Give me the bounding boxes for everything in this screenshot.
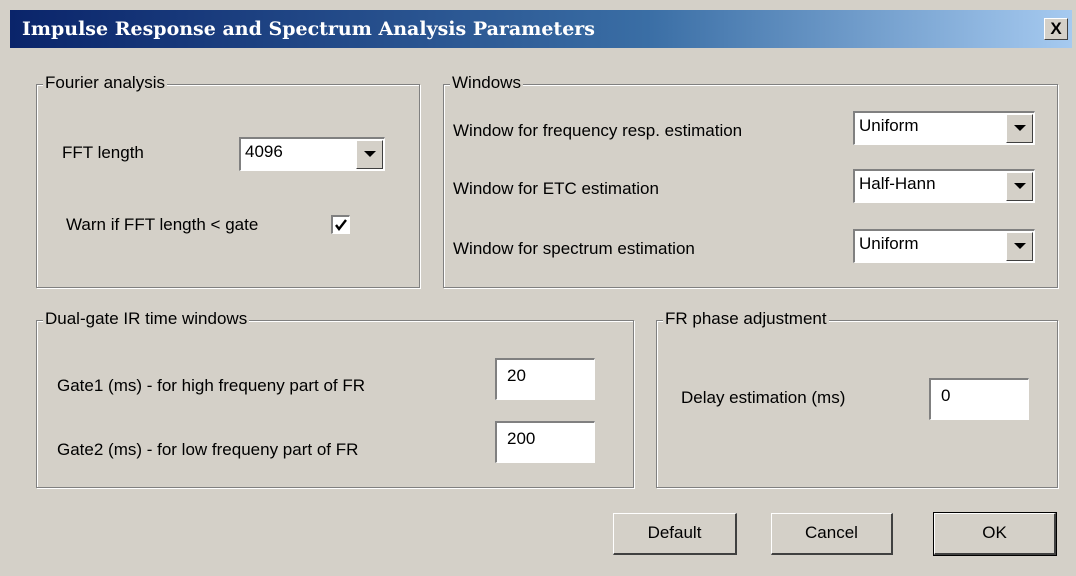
- dual-gate-group: Dual-gate IR time windows Gate1 (ms) - f…: [36, 309, 634, 488]
- fft-length-label: FFT length: [62, 143, 144, 162]
- delay-label: Delay estimation (ms): [681, 388, 846, 407]
- fourier-analysis-group: Fourier analysis FFT length 4096 Warn if…: [36, 73, 420, 288]
- windows-legend: Windows: [450, 73, 523, 93]
- gate1-input[interactable]: 20: [495, 358, 595, 400]
- ok-button[interactable]: OK: [933, 512, 1057, 556]
- etc-window-select[interactable]: Half-Hann: [853, 169, 1035, 203]
- delay-input[interactable]: 0: [929, 378, 1029, 420]
- freq-resp-window-label: Window for frequency resp. estimation: [453, 121, 743, 140]
- gate2-input[interactable]: 200: [495, 421, 595, 463]
- close-button[interactable]: X: [1044, 18, 1068, 40]
- checkmark-icon: [335, 219, 347, 231]
- gate1-label: Gate1 (ms) - for high frequeny part of F…: [57, 376, 366, 395]
- window-title: Impulse Response and Spectrum Analysis P…: [22, 18, 595, 40]
- chevron-down-icon[interactable]: [1006, 172, 1033, 201]
- fft-length-select[interactable]: 4096: [239, 137, 385, 171]
- chevron-down-icon[interactable]: [1006, 114, 1033, 143]
- spectrum-window-select[interactable]: Uniform: [853, 229, 1035, 263]
- title-bar[interactable]: Impulse Response and Spectrum Analysis P…: [10, 10, 1072, 48]
- spectrum-window-label: Window for spectrum estimation: [453, 239, 695, 258]
- gate1-value: 20: [507, 366, 526, 385]
- freq-resp-window-value: Uniform: [859, 116, 919, 135]
- fr-phase-group: FR phase adjustment Delay estimation (ms…: [656, 309, 1058, 488]
- freq-resp-window-select[interactable]: Uniform: [853, 111, 1035, 145]
- warn-fft-label: Warn if FFT length < gate: [66, 215, 259, 234]
- chevron-down-icon[interactable]: [356, 140, 383, 169]
- cancel-button[interactable]: Cancel: [771, 513, 893, 555]
- fr-phase-legend: FR phase adjustment: [663, 309, 829, 329]
- fourier-analysis-legend: Fourier analysis: [43, 73, 167, 93]
- gate2-label: Gate2 (ms) - for low frequeny part of FR: [57, 440, 359, 459]
- etc-window-value: Half-Hann: [859, 174, 936, 193]
- warn-fft-checkbox[interactable]: [331, 215, 350, 234]
- spectrum-window-value: Uniform: [859, 234, 919, 253]
- chevron-down-icon[interactable]: [1006, 232, 1033, 261]
- etc-window-label: Window for ETC estimation: [453, 179, 659, 198]
- gate2-value: 200: [507, 429, 536, 448]
- windows-group: Windows Window for frequency resp. estim…: [443, 73, 1058, 288]
- dual-gate-legend: Dual-gate IR time windows: [43, 309, 250, 329]
- close-icon: X: [1050, 19, 1062, 38]
- default-button[interactable]: Default: [613, 513, 737, 555]
- delay-value: 0: [941, 386, 951, 405]
- dialog-window: Impulse Response and Spectrum Analysis P…: [0, 0, 1076, 576]
- fft-length-value: 4096: [245, 142, 283, 161]
